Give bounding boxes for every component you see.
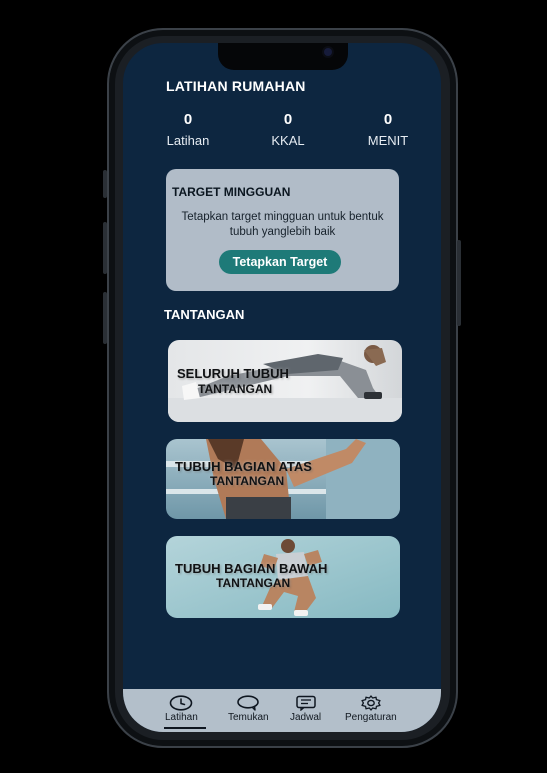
nav-item-pengaturan[interactable]: Pengaturan <box>345 695 397 723</box>
challenges-section-title: TANTANGAN <box>164 307 245 322</box>
bottom-nav: Latihan Temukan Jadwal Pengaturan <box>123 689 441 732</box>
nav-item-temukan[interactable]: Temukan <box>228 695 269 723</box>
stat-label: KKAL <box>271 133 305 148</box>
stat-minutes: 0 MENIT <box>343 111 433 148</box>
phone-side-button <box>103 292 107 344</box>
nav-label: Pengaturan <box>345 712 397 723</box>
app-screen: LATIHAN RUMAHAN 0 Latihan 0 KKAL 0 MENIT… <box>123 43 441 732</box>
weekly-target-card: TARGET MINGGUAN Tetapkan target mingguan… <box>166 169 399 291</box>
camera-icon <box>324 48 332 56</box>
weekly-target-description: Tetapkan target mingguan untuk bentuk tu… <box>181 211 384 238</box>
phone-side-button <box>103 170 107 198</box>
nav-item-latihan[interactable]: Latihan <box>165 695 198 723</box>
stat-label: Latihan <box>166 133 210 148</box>
challenge-card-upper-body[interactable]: TUBUH BAGIAN ATAS TANTANGAN <box>166 439 400 519</box>
stats-row: 0 Latihan 0 KKAL 0 MENIT <box>143 111 433 148</box>
clock-icon <box>170 695 193 711</box>
weekly-target-title: TARGET MINGGUAN <box>172 185 291 199</box>
stat-value: 0 <box>283 111 293 128</box>
active-tab-indicator <box>164 727 206 729</box>
nav-label: Temukan <box>228 712 269 723</box>
challenge-title: TUBUH BAGIAN BAWAH <box>175 561 328 576</box>
nav-item-jadwal[interactable]: Jadwal <box>290 695 321 723</box>
message-square-icon <box>295 695 316 711</box>
phone-notch <box>218 43 348 70</box>
challenge-subtitle: TANTANGAN <box>216 576 291 590</box>
stat-value: 0 <box>183 111 193 128</box>
challenge-title: SELURUH TUBUH <box>177 366 289 381</box>
challenge-subtitle: TANTANGAN <box>198 382 273 396</box>
challenge-card-lower-body[interactable]: TUBUH BAGIAN BAWAH TANTANGAN <box>166 536 400 618</box>
gear-icon <box>361 695 381 711</box>
stat-calories: 0 KKAL <box>243 111 333 148</box>
stat-workouts: 0 Latihan <box>143 111 233 148</box>
chat-bubble-icon <box>237 695 260 711</box>
nav-label: Jadwal <box>290 712 322 723</box>
phone-side-button <box>103 222 107 274</box>
plank-photo <box>168 340 402 422</box>
set-target-button[interactable]: Tetapkan Target <box>219 250 341 274</box>
page-title: LATIHAN RUMAHAN <box>166 78 306 94</box>
challenge-card-full-body[interactable]: SELURUH TUBUH TANTANGAN <box>168 340 402 422</box>
challenge-title: TUBUH BAGIAN ATAS <box>175 459 312 474</box>
stat-label: MENIT <box>367 133 409 148</box>
phone-side-button <box>457 240 461 326</box>
challenge-subtitle: TANTANGAN <box>210 474 285 488</box>
nav-label: Latihan <box>165 712 198 723</box>
stat-value: 0 <box>383 111 393 128</box>
